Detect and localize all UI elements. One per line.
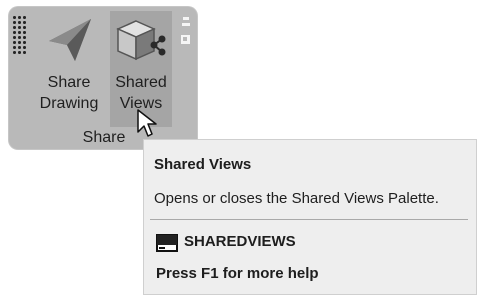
cube-share-icon [116,17,166,72]
tooltip-description: Opens or closes the Shared Views Palette… [154,190,439,207]
command-line-icon [156,234,178,257]
paper-plane-icon [45,17,93,68]
share-drawing-button[interactable]: Share Drawing [33,11,105,127]
share-drawing-label-line1: Share [47,74,91,91]
tooltip-divider [150,219,468,220]
screenshot-stage: Share Drawing Shared Views Share Shared … [0,0,478,298]
tooltip-title: Shared Views [154,156,252,173]
shared-views-tooltip: Shared Views Opens or closes the Shared … [143,139,477,295]
panel-grip-handle[interactable] [12,15,26,55]
panel-pin-icon[interactable] [180,15,192,47]
tooltip-help-text: Press F1 for more help [156,265,319,282]
shared-views-label-line1: Shared [115,74,167,91]
share-ribbon-panel: Share Drawing Shared Views Share [9,7,197,149]
share-drawing-label-line2: Drawing [39,95,99,112]
mouse-pointer-icon [136,108,158,143]
tooltip-command-name: SHAREDVIEWS [184,233,296,250]
